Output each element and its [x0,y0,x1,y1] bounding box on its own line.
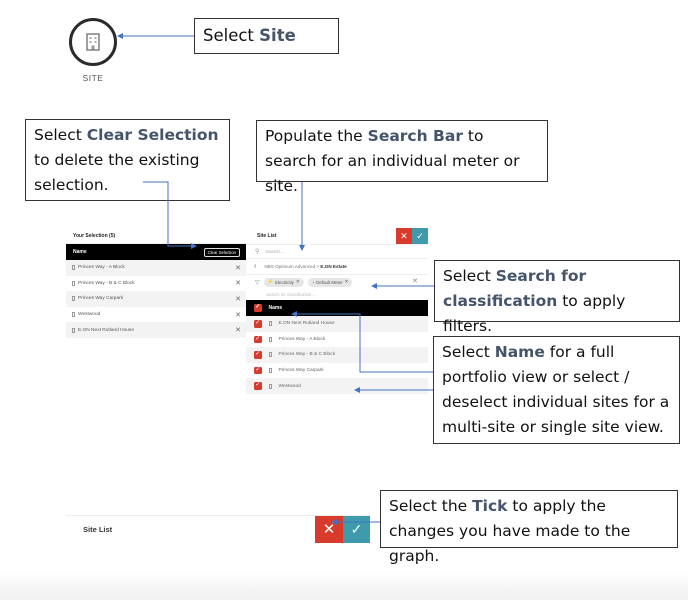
remove-icon[interactable]: ✕ [235,264,241,272]
check-icon: ✓ [416,230,424,241]
site-label: Westwood [278,383,301,389]
chip-label: Default Meter [316,279,343,285]
building-icon [268,336,272,342]
cancel-button-large[interactable]: ✕ [315,515,343,543]
breadcrumb: ‹ NBS Optimum Advanced > E.ON Estate [246,259,428,275]
building-icon [72,265,75,271]
site-checkbox[interactable]: ✓ [254,382,262,390]
site-label: SITE [82,73,104,83]
site-row[interactable]: ✓ Princes Way - B & C Block [246,347,428,363]
remove-icon[interactable]: ✕ [235,279,241,287]
selection-item-label: Princes Way - B & C Block [78,280,135,286]
breadcrumb-parent[interactable]: NBS Optimum Advanced [264,264,315,269]
selection-item: Westwood ✕ [66,307,246,323]
filter-chip-electricity[interactable]: ⚡ Electricity ✕ [263,277,304,287]
site-list-column-header[interactable]: ✓ Name [246,300,428,316]
site-list-bar: Site List ✕ ✓ [66,515,370,543]
site-list-bar-title: Site List [83,524,113,534]
site-label: Princes Way - A Block [278,336,326,342]
bolt-icon: ⚡ [267,279,274,284]
name-column-label: Name [268,305,283,311]
site-list-panel: Site List ✕ ✓ ⚲ Search... ‹ NBS Optimum … [246,228,428,394]
selection-list: Princes Way - A Block ✕ Princes Way - B … [66,260,246,338]
site-row[interactable]: ✓ Princes Way - A Block [246,332,428,348]
building-icon [86,33,100,51]
classification-search-input[interactable]: Search for classification... [246,289,428,300]
site-row[interactable]: ✓ Princes Way Carpark [246,363,428,379]
cancel-button[interactable]: ✕ [396,228,412,244]
filter-chip-default-meter[interactable]: ◔ Default Meter ✕ [307,277,353,287]
site-search-input[interactable]: ⚲ Search... [246,244,428,259]
chip-label: Electricity [275,279,294,285]
back-chevron-icon[interactable]: ‹ [254,263,256,270]
building-icon [72,296,75,302]
selection-item: Princes Way - A Block ✕ [66,260,246,276]
search-placeholder: Search... [265,249,284,254]
building-icon [268,352,272,358]
selection-item: E.ON Next Rutland House ✕ [66,322,246,338]
callout-select-site: Select Site [194,18,339,54]
site-list: ✓ E.ON Next Rutland House ✓ Princes Way - … [246,316,428,394]
selection-column-header: Name Clear Selection [66,244,246,260]
site-label: Princes Way - B & C Block [278,352,336,358]
site-label: E.ON Next Rutland House [278,321,335,327]
selection-header: Your Selection (5) [66,228,246,244]
building-icon [268,368,272,374]
site-list-header: Site List ✕ ✓ [246,228,428,244]
selection-item-label: Westwood [78,312,101,318]
site-checkbox[interactable]: ✓ [254,366,262,375]
callout-clear-selection: Select Clear Selection to delete the exi… [25,119,230,201]
selection-title: Your Selection (5) [73,232,116,239]
building-icon [268,321,272,327]
callout-name: Select Name for a full portfolio view or… [433,336,680,444]
building-icon [72,312,75,318]
breadcrumb-path: NBS Optimum Advanced > E.ON Estate [264,264,346,269]
clear-filters-icon[interactable]: ✕ [412,277,418,285]
select-all-checkbox[interactable]: ✓ [254,304,262,312]
remove-icon[interactable]: ✕ [235,326,241,334]
breadcrumb-current: E.ON Estate [320,264,347,269]
selection-panel: Your Selection (5) Name Clear Selection … [66,228,246,338]
tick-button[interactable]: ✓ [343,515,370,543]
building-icon [72,280,75,286]
callout-search-classification: Select Search for classification to appl… [434,260,680,335]
search-icon: ⚲ [255,249,260,255]
clear-selection-button[interactable]: Clear Selection [203,247,240,257]
building-icon [72,327,75,333]
selection-item-label: Princes Way Carpark [78,296,124,302]
site-checkbox[interactable]: ✓ [254,335,262,344]
apply-button[interactable]: ✓ [412,228,428,244]
filter-row: ▽ ⚡ Electricity ✕ ◔ Default Meter ✕ ✕ [246,275,428,289]
chip-remove-icon[interactable]: ✕ [345,279,349,285]
selection-item-label: E.ON Next Rutland House [78,327,134,333]
remove-icon[interactable]: ✕ [235,295,241,303]
site-list-title: Site List [257,233,277,239]
page-bottom-shade [0,572,688,600]
callout-tick: Select the Tick to apply the changes you… [380,490,678,565]
chip-remove-icon[interactable]: ✕ [296,279,300,285]
site-label: Princes Way Carpark [278,368,324,374]
filter-icon: ▽ [255,279,260,286]
meter-icon: ◔ [311,279,315,285]
selection-item-label: Princes Way - A Block [78,265,125,271]
callout-search-bar: Populate the Search Bar to search for an… [256,120,548,195]
name-column-label: Name [73,249,87,255]
remove-icon[interactable]: ✕ [235,311,241,319]
site-button[interactable] [69,18,117,66]
building-icon [268,383,272,389]
site-row[interactable]: ✓ Westwood [246,378,428,394]
site-checkbox[interactable]: ✓ [254,351,262,359]
close-icon: ✕ [400,230,408,241]
selection-item: Princes Way Carpark ✕ [66,291,246,307]
breadcrumb-separator: > [316,264,320,269]
site-row[interactable]: ✓ E.ON Next Rutland House [246,316,428,332]
selection-item: Princes Way - B & C Block ✕ [66,276,246,292]
check-icon: ✓ [350,520,363,537]
site-checkbox[interactable]: ✓ [254,320,262,328]
close-icon: ✕ [322,521,336,538]
